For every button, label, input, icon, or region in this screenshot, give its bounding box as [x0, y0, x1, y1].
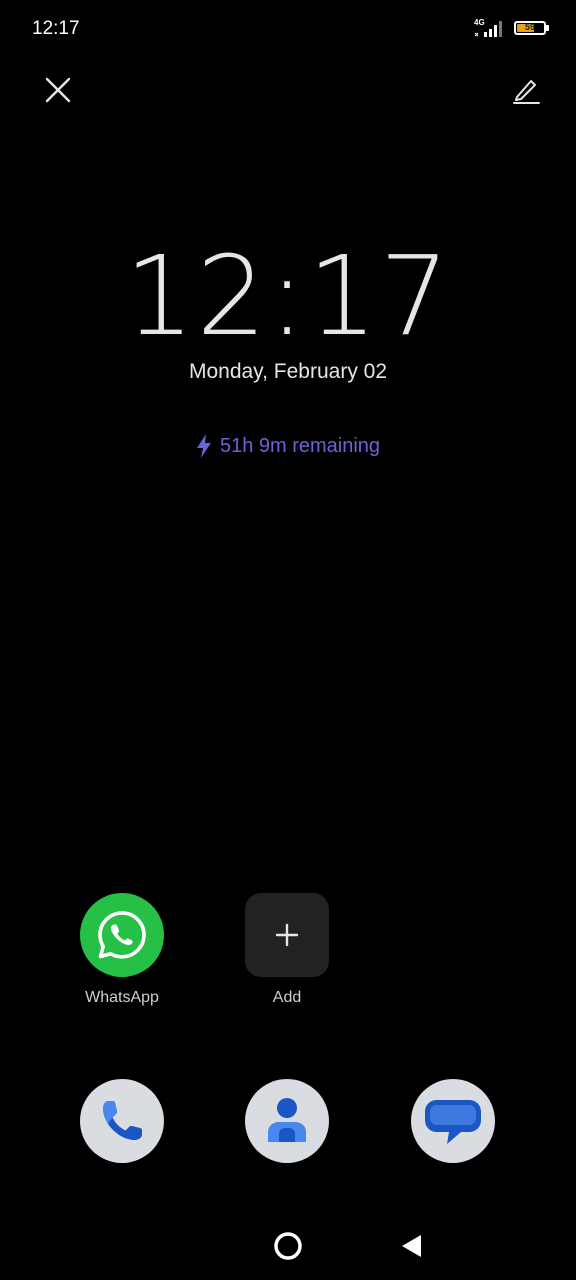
battery-percent: 59	[524, 22, 535, 32]
lightning-icon	[196, 434, 211, 458]
shortcut-add[interactable]: Add	[237, 893, 337, 1007]
charging-time-remaining: 51h 9m remaining	[219, 434, 381, 457]
home-circle-icon	[274, 1232, 302, 1260]
close-button[interactable]	[36, 68, 80, 112]
lockscreen-clock: 12:17	[124, 232, 452, 360]
contacts-icon	[268, 1098, 306, 1142]
back-button[interactable]	[392, 1226, 432, 1266]
phone-app-button[interactable]	[80, 1079, 164, 1163]
status-icons: 4G 59	[474, 17, 549, 39]
signal-icon: 4G	[474, 17, 508, 39]
whatsapp-icon	[80, 893, 164, 977]
contacts-app-button[interactable]	[245, 1079, 329, 1163]
messages-icon	[425, 1100, 481, 1144]
plus-icon	[245, 893, 329, 977]
messages-app-button[interactable]	[411, 1079, 495, 1163]
battery-cap	[546, 25, 549, 31]
shortcut-whatsapp[interactable]: WhatsApp	[72, 893, 172, 1007]
lockscreen-date: Monday, February 02	[188, 360, 388, 383]
shortcut-label-add: Add	[272, 989, 302, 1006]
home-button[interactable]	[268, 1226, 308, 1266]
battery-icon: 59	[514, 21, 549, 35]
status-bar: 12:17 4G 59	[0, 0, 576, 58]
phone-icon	[103, 1101, 142, 1140]
charging-status: 51h 9m remaining	[0, 434, 576, 458]
status-time: 12:17	[32, 18, 80, 39]
edit-button[interactable]	[504, 68, 548, 112]
close-icon	[45, 77, 71, 103]
shortcut-label-whatsapp: WhatsApp	[85, 989, 159, 1006]
pencil-icon	[513, 80, 540, 104]
back-triangle-icon	[402, 1235, 421, 1257]
